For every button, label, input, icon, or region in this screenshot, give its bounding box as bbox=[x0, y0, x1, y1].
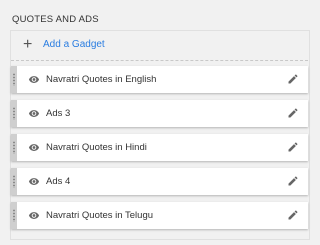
drag-handle-icon[interactable] bbox=[11, 168, 17, 195]
section-title: QUOTES AND ADS bbox=[12, 14, 99, 25]
gadget-name: Ads 3 bbox=[46, 108, 71, 119]
add-gadget-button[interactable]: + Add a Gadget bbox=[11, 31, 308, 61]
gadget-name: Ads 4 bbox=[46, 176, 71, 187]
gadget-row[interactable]: Ads 4 bbox=[11, 168, 308, 195]
pencil-icon[interactable] bbox=[287, 209, 299, 221]
drag-handle-icon[interactable] bbox=[11, 134, 17, 161]
gadget-row[interactable]: Navratri Quotes in English bbox=[11, 66, 308, 93]
plus-icon: + bbox=[23, 36, 33, 53]
gadget-row[interactable]: Ads 3 bbox=[11, 100, 308, 127]
drag-handle-icon[interactable] bbox=[11, 66, 17, 93]
gadget-name: Navratri Quotes in Telugu bbox=[46, 210, 154, 221]
pencil-icon[interactable] bbox=[287, 141, 299, 153]
gadget-name: Navratri Quotes in English bbox=[46, 74, 157, 85]
eye-icon[interactable] bbox=[28, 74, 40, 85]
pencil-icon[interactable] bbox=[287, 73, 299, 85]
eye-icon[interactable] bbox=[28, 210, 40, 221]
pencil-icon[interactable] bbox=[287, 107, 299, 119]
eye-icon[interactable] bbox=[28, 108, 40, 119]
pencil-icon[interactable] bbox=[287, 175, 299, 187]
drag-handle-icon[interactable] bbox=[11, 202, 17, 229]
eye-icon[interactable] bbox=[28, 176, 40, 187]
eye-icon[interactable] bbox=[28, 142, 40, 153]
add-gadget-label: Add a Gadget bbox=[43, 39, 105, 50]
drag-handle-icon[interactable] bbox=[11, 100, 17, 127]
gadget-row[interactable]: Navratri Quotes in Hindi bbox=[11, 134, 308, 161]
gadget-row[interactable]: Navratri Quotes in Telugu bbox=[11, 202, 308, 229]
gadget-name: Navratri Quotes in Hindi bbox=[46, 142, 147, 153]
